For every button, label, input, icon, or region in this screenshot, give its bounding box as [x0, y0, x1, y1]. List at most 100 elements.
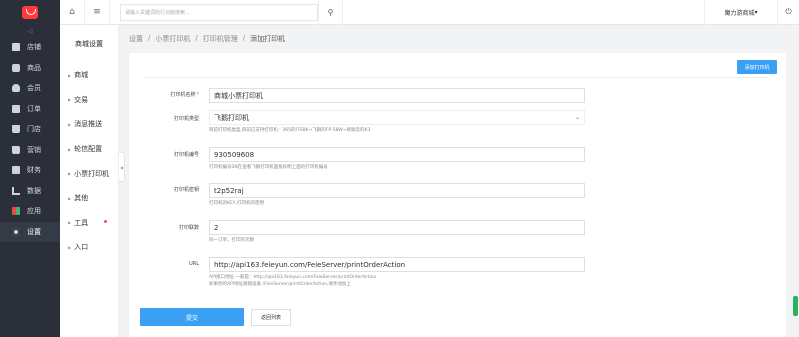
nav-item-label: 营销 [27, 145, 41, 154]
add-printer-button[interactable]: 添加打印机 [737, 60, 777, 74]
nav-item-order[interactable]: 订单 [0, 99, 60, 120]
print-copies-hint: 同一订单，打印的次数 [209, 238, 254, 243]
subnav-item-trade[interactable]: ▶ 交易 [60, 88, 118, 113]
subnav-label: 商城 [74, 71, 89, 80]
breadcrumb-separator: / [242, 34, 246, 42]
breadcrumb-item[interactable]: 设置 [129, 34, 143, 44]
settings-subnav: 商城设置 ▶ 商城 ▶ 交易 ▶ 消息推送 ▶ 轮信配置 ▶ 小票打印机 ▶ 其他 ▶ 工具 … [60, 25, 119, 337]
nav-item-label: 应用 [27, 207, 41, 216]
print-copies-input[interactable]: 2 [209, 220, 585, 235]
form-panel: 添加打印机 打印机名称* 商城小票打印机 打印机类型 飞鹅打印机 ⌄ 目前打印机类… [129, 53, 786, 337]
finance-icon [12, 166, 20, 175]
home-icon: ⌂ [69, 7, 75, 17]
member-icon [12, 84, 20, 93]
data-icon [12, 186, 20, 195]
printer-code-label: 打印机编号 [173, 152, 199, 158]
breadcrumb-item[interactable]: 打印机管理 [203, 34, 238, 44]
logo-icon [22, 6, 38, 19]
back-to-list-button[interactable]: 返回列表 [251, 309, 291, 326]
subnav-item-mall[interactable]: ▶ 商城 [60, 63, 118, 88]
caret-right-icon: ▶ [68, 97, 72, 103]
main-sidebar: ◁ 店铺 商品 会员 订单 门店 营销 财务 数据 应用 设置 [0, 0, 60, 337]
breadcrumb: 设置 / 小票打印机 / 打印机管理 / 添加打印机 [129, 34, 285, 44]
menu-toggle-button[interactable]: ≡ [85, 0, 110, 25]
apps-icon [12, 207, 20, 216]
printer-type-value: 飞鹅打印机 [214, 113, 249, 122]
nav-item-shop[interactable]: 店铺 [0, 37, 60, 58]
nav-item-member[interactable]: 会员 [0, 78, 60, 99]
nav-item-marketing[interactable]: 营销 [0, 140, 60, 161]
printer-type-label: 打印机类型 [173, 116, 199, 122]
subnav-label: 工具 [74, 218, 89, 227]
chevron-down-icon: ⌄ [574, 114, 580, 121]
nav-item-finance[interactable]: 财务 [0, 160, 60, 181]
api-url-input[interactable]: http://api163.feieyun.com/FeieServer/pri… [209, 257, 585, 272]
caret-right-icon: ▶ [68, 195, 72, 201]
nav-item-label: 会员 [27, 84, 41, 93]
search-button[interactable]: ⚲ [318, 0, 343, 25]
home-button[interactable]: ⌂ [60, 0, 85, 25]
subnav-item-printer[interactable]: ▶ 小票打印机 [60, 161, 118, 186]
store-icon [12, 125, 20, 134]
menu-icon: ≡ [93, 7, 101, 17]
order-icon [12, 104, 20, 113]
goods-icon [12, 63, 20, 72]
print-copies-label: 打印联数 [178, 225, 199, 231]
top-bar: ⌂ ≡ 请输入关键词的行功能搜索... ⚲ 魔力游商城 ▾ ⏻ [60, 0, 799, 25]
subnav-label: 小票打印机 [74, 169, 110, 178]
caret-right-icon: ▶ [68, 244, 72, 250]
caret-right-icon: ▶ [68, 146, 72, 152]
shop-icon [12, 43, 20, 52]
settings-icon [12, 227, 20, 236]
subnav-label: 交易 [74, 95, 89, 104]
subnav-item-config[interactable]: ▶ 轮信配置 [60, 137, 118, 162]
main-nav: 店铺 商品 会员 订单 门店 营销 财务 数据 应用 设置 [0, 37, 60, 242]
chevron-down-icon: ▾ [754, 8, 758, 16]
subnav-item-message[interactable]: ▶ 消息推送 [60, 112, 118, 137]
nav-item-label: 数据 [27, 186, 41, 195]
api-url-hint: API接口地址 一般是：http://api163.feieyun.com/Fe… [209, 275, 377, 280]
printer-type-hint: 目前打印机类型,目前已支持打印机：365的ITSBK→飞鹅的FP-58W→易联云… [209, 128, 371, 133]
collapse-sidebar-button[interactable]: ◁ [0, 25, 60, 37]
breadcrumb-item[interactable]: 小票打印机 [155, 34, 190, 44]
search-icon: ⚲ [327, 7, 334, 17]
caret-right-icon: ▶ [68, 220, 72, 226]
chevron-left-icon: ◀ [119, 164, 124, 170]
caret-right-icon: ▶ [68, 72, 72, 78]
caret-right-icon: ▶ [68, 121, 72, 127]
subnav-item-tools[interactable]: ▶ 工具 [60, 211, 118, 236]
printer-key-label: 打印机密钥 [173, 187, 199, 193]
subnav-item-entry[interactable]: ▶ 入口 [60, 235, 118, 260]
logout-button[interactable]: ⏻ [777, 0, 799, 25]
breadcrumb-separator: / [195, 34, 198, 42]
printer-name-input[interactable]: 商城小票打印机 [209, 88, 585, 103]
printer-code-input[interactable]: 930509608 [209, 147, 585, 162]
nav-item-label: 店铺 [27, 43, 41, 52]
search-input[interactable]: 请输入关键词的行功能搜索... [120, 3, 318, 21]
store-selector[interactable]: 魔力游商城 ▾ [704, 0, 777, 25]
nav-item-label: 订单 [27, 104, 41, 113]
logo[interactable] [0, 0, 60, 25]
printer-key-input[interactable]: t2p52raj [209, 183, 585, 198]
power-icon: ⏻ [785, 7, 792, 16]
submit-button[interactable]: 提交 [140, 308, 244, 326]
subnav-label: 其他 [74, 194, 89, 203]
subnav-collapse-handle[interactable]: ◀ [119, 152, 125, 182]
printer-code-hint: 打印机编号SN在查看飞鹅打印机面板标明上面的打印机编号 [209, 165, 328, 170]
nav-item-apps[interactable]: 应用 [0, 201, 60, 222]
subnav-item-other[interactable]: ▶ 其他 [60, 186, 118, 211]
caret-right-icon: ▶ [68, 171, 72, 177]
nav-item-data[interactable]: 数据 [0, 181, 60, 202]
nav-item-label: 财务 [27, 166, 41, 175]
api-url-hint-2: 如果你的API地址跟随设备 /FeieServer/printOrderActi… [209, 282, 351, 287]
nav-item-settings[interactable]: 设置 [0, 221, 60, 242]
breadcrumb-current: 添加打印机 [250, 35, 286, 43]
scrollbar-thumb[interactable] [793, 296, 798, 316]
printer-type-select[interactable]: 飞鹅打印机 ⌄ [209, 110, 585, 125]
new-badge-dot [104, 219, 107, 223]
nav-item-store[interactable]: 门店 [0, 119, 60, 140]
store-name: 魔力游商城 [724, 9, 755, 17]
subnav-label: 消息推送 [74, 120, 103, 129]
subnav-title: 商城设置 [75, 40, 103, 48]
nav-item-goods[interactable]: 商品 [0, 58, 60, 79]
